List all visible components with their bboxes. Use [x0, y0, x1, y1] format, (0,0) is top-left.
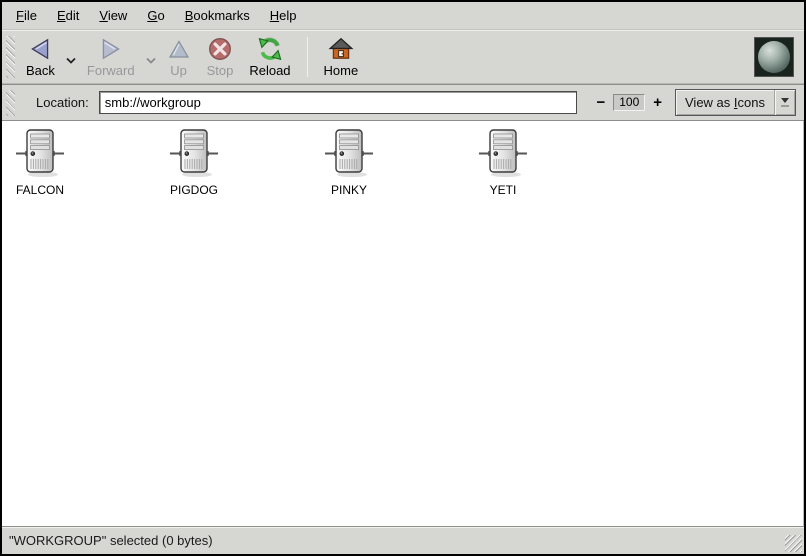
- forward-button[interactable]: Forward: [79, 32, 143, 82]
- reload-button-label: Reload: [249, 64, 290, 78]
- forward-button-label: Forward: [87, 64, 135, 78]
- home-button[interactable]: Home: [316, 32, 367, 82]
- menu-view[interactable]: View: [89, 4, 137, 27]
- network-server-item-pinky[interactable]: PINKY: [311, 129, 387, 197]
- location-bar: Location: − 100 + View as Icons: [2, 84, 804, 121]
- forward-arrow-icon: [98, 35, 124, 63]
- server-label: PIGDOG: [170, 183, 218, 197]
- menu-help[interactable]: Help: [260, 4, 307, 27]
- back-arrow-icon: [27, 35, 53, 63]
- resize-grip[interactable]: [785, 535, 802, 552]
- network-server-icon: [16, 129, 64, 179]
- up-button-label: Up: [170, 64, 187, 78]
- chevron-down-icon: [146, 57, 156, 64]
- zoom-in-button[interactable]: +: [652, 95, 663, 110]
- zoom-controls: − 100 +: [595, 94, 663, 111]
- server-label: PINKY: [331, 183, 367, 197]
- menu-bookmarks[interactable]: Bookmarks: [175, 4, 260, 27]
- view-as-dropdown[interactable]: View as Icons: [675, 89, 796, 116]
- nautilus-throbber: [754, 37, 794, 77]
- up-button[interactable]: Up: [159, 32, 199, 82]
- server-label: FALCON: [16, 183, 64, 197]
- network-server-icon: [479, 129, 527, 179]
- back-button-label: Back: [26, 64, 55, 78]
- location-input[interactable]: [99, 91, 578, 114]
- back-history-dropdown[interactable]: [63, 50, 79, 70]
- forward-history-dropdown[interactable]: [143, 50, 159, 70]
- network-server-item-pigdog[interactable]: PIGDOG: [156, 129, 232, 197]
- location-bar-drag-handle[interactable]: [6, 90, 15, 116]
- dropdown-arrow-icon: [774, 90, 795, 115]
- stop-button-label: Stop: [207, 64, 234, 78]
- home-button-label: Home: [324, 64, 359, 78]
- network-server-item-yeti[interactable]: YETI: [465, 129, 541, 197]
- home-icon: [328, 35, 354, 63]
- network-server-icon: [170, 129, 218, 179]
- chevron-down-icon: [66, 57, 76, 64]
- stop-button[interactable]: Stop: [199, 32, 242, 82]
- icon-view-pane: FALCON PIGDOG PINKY YETI: [2, 121, 804, 526]
- status-text: "WORKGROUP" selected (0 bytes): [9, 533, 213, 548]
- nautilus-throbber-sphere-icon: [758, 41, 790, 73]
- reload-button[interactable]: Reload: [241, 32, 298, 82]
- file-manager-window: File Edit View Go Bookmarks Help Back: [0, 0, 806, 556]
- view-as-label: View as Icons: [676, 90, 774, 115]
- up-arrow-icon: [167, 35, 191, 63]
- status-bar: "WORKGROUP" selected (0 bytes): [2, 526, 804, 554]
- toolbar-separator: [307, 37, 308, 77]
- zoom-level-indicator: 100: [613, 94, 645, 111]
- network-server-item-falcon[interactable]: FALCON: [2, 129, 78, 197]
- reload-icon: [257, 35, 283, 63]
- toolbar: Back Forward: [2, 30, 804, 84]
- location-label: Location:: [36, 95, 89, 110]
- server-label: YETI: [490, 183, 517, 197]
- menu-file[interactable]: File: [6, 4, 47, 27]
- menu-go[interactable]: Go: [137, 4, 174, 27]
- menu-edit[interactable]: Edit: [47, 4, 89, 27]
- menu-bar: File Edit View Go Bookmarks Help: [2, 2, 804, 30]
- back-button[interactable]: Back: [18, 32, 63, 82]
- stop-icon: [207, 35, 233, 63]
- toolbar-drag-handle[interactable]: [6, 36, 15, 78]
- zoom-out-button[interactable]: −: [595, 95, 606, 110]
- network-server-icon: [325, 129, 373, 179]
